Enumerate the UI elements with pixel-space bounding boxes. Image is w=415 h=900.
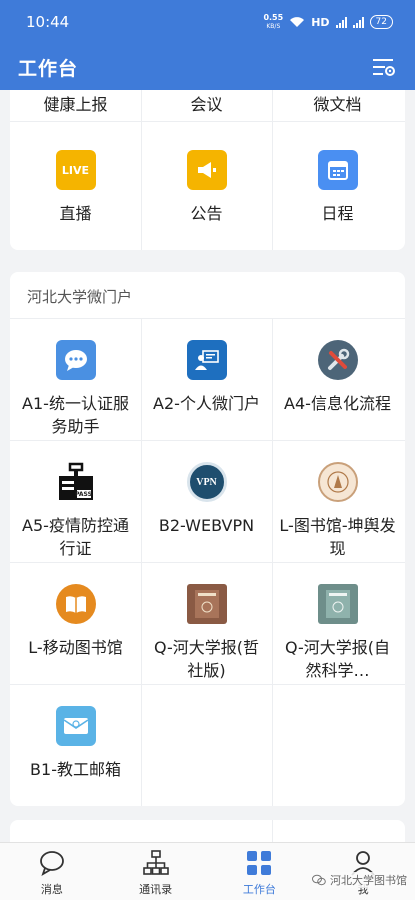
status-time: 10:44 (26, 13, 70, 31)
chat-bubble-icon (55, 340, 96, 380)
app-micro-doc[interactable]: 微文档 (272, 93, 403, 116)
app-mobile-library[interactable]: L-移动图书馆 (10, 584, 141, 659)
app-a2-personal-portal[interactable]: A2-个人微门户 (141, 340, 272, 415)
vpn-icon: VPN (186, 462, 227, 502)
app-library-discovery[interactable]: L-图书馆-坤舆发现 (272, 462, 403, 560)
app-bar: 工作台 (0, 44, 415, 90)
hd-label: HD (311, 15, 330, 29)
wechat-watermark: 河北大学图书馆 (312, 872, 407, 888)
chat-icon (39, 850, 64, 876)
portal-card: 河北大学微门户 A1-统一认证服务助手 A2-个人微门户 A4-信息化流程 PA… (10, 272, 405, 806)
apps-card-top: 健康上报 会议 微文档 LIVE 直播 公告 日程 (10, 90, 405, 250)
library-seal-icon (317, 462, 358, 502)
battery-icon: 72 (369, 15, 393, 29)
journal-cover-icon (186, 584, 227, 624)
journal-cover-icon (317, 584, 358, 624)
wifi-icon (290, 17, 305, 27)
page-title: 工作台 (18, 57, 79, 80)
app-schedule[interactable]: 日程 (272, 150, 403, 225)
tools-icon (317, 340, 358, 380)
tab-messages[interactable]: 消息 (0, 843, 104, 900)
app-a4-it-process[interactable]: A4-信息化流程 (272, 340, 403, 415)
app-journal-science[interactable]: Q-河大学报(自然科学… (272, 584, 403, 682)
app-a5-epidemic-pass[interactable]: PASS A5-疫情防控通行证 (10, 462, 141, 560)
bottom-tab-bar: 消息 通讯录 工作台 我 (0, 842, 415, 900)
wechat-icon (312, 874, 326, 886)
settings-icon[interactable] (371, 54, 397, 80)
tab-contacts[interactable]: 通讯录 (104, 843, 208, 900)
mail-icon (55, 706, 96, 746)
pass-badge-icon: PASS (56, 462, 96, 502)
app-health-report[interactable]: 健康上报 (10, 93, 141, 116)
org-chart-icon (142, 849, 169, 875)
grid-icon (247, 850, 272, 875)
tab-workbench[interactable]: 工作台 (208, 843, 312, 900)
megaphone-icon (186, 150, 227, 190)
presenter-icon (186, 340, 227, 380)
status-bar: 10:44 0.55 KB/S HD 72 (0, 0, 415, 44)
calendar-icon (317, 150, 358, 190)
app-meeting[interactable]: 会议 (141, 93, 272, 116)
app-a1-auth-assistant[interactable]: A1-统一认证服务助手 (10, 340, 141, 438)
workbench-scroll[interactable]: 健康上报 会议 微文档 LIVE 直播 公告 日程 河北大学微门户 A1-统一认… (0, 90, 415, 842)
net-speed: 0.55 KB/S (263, 13, 284, 30)
status-icons: 0.55 KB/S HD 72 (263, 13, 393, 31)
portal-section-title: 河北大学微门户 (27, 288, 133, 306)
signal-icon-1 (335, 16, 347, 28)
app-b1-staff-mail[interactable]: B1-教工邮箱 (10, 706, 141, 781)
book-icon (55, 584, 96, 624)
app-b2-webvpn[interactable]: VPN B2-WEBVPN (141, 462, 272, 537)
signal-icon-2 (352, 16, 364, 28)
app-journal-social[interactable]: Q-河大学报(哲社版) (141, 584, 272, 682)
app-notice[interactable]: 公告 (141, 150, 272, 225)
apps-card-next (10, 820, 405, 842)
app-live[interactable]: LIVE 直播 (10, 150, 141, 225)
live-icon: LIVE (55, 150, 96, 190)
